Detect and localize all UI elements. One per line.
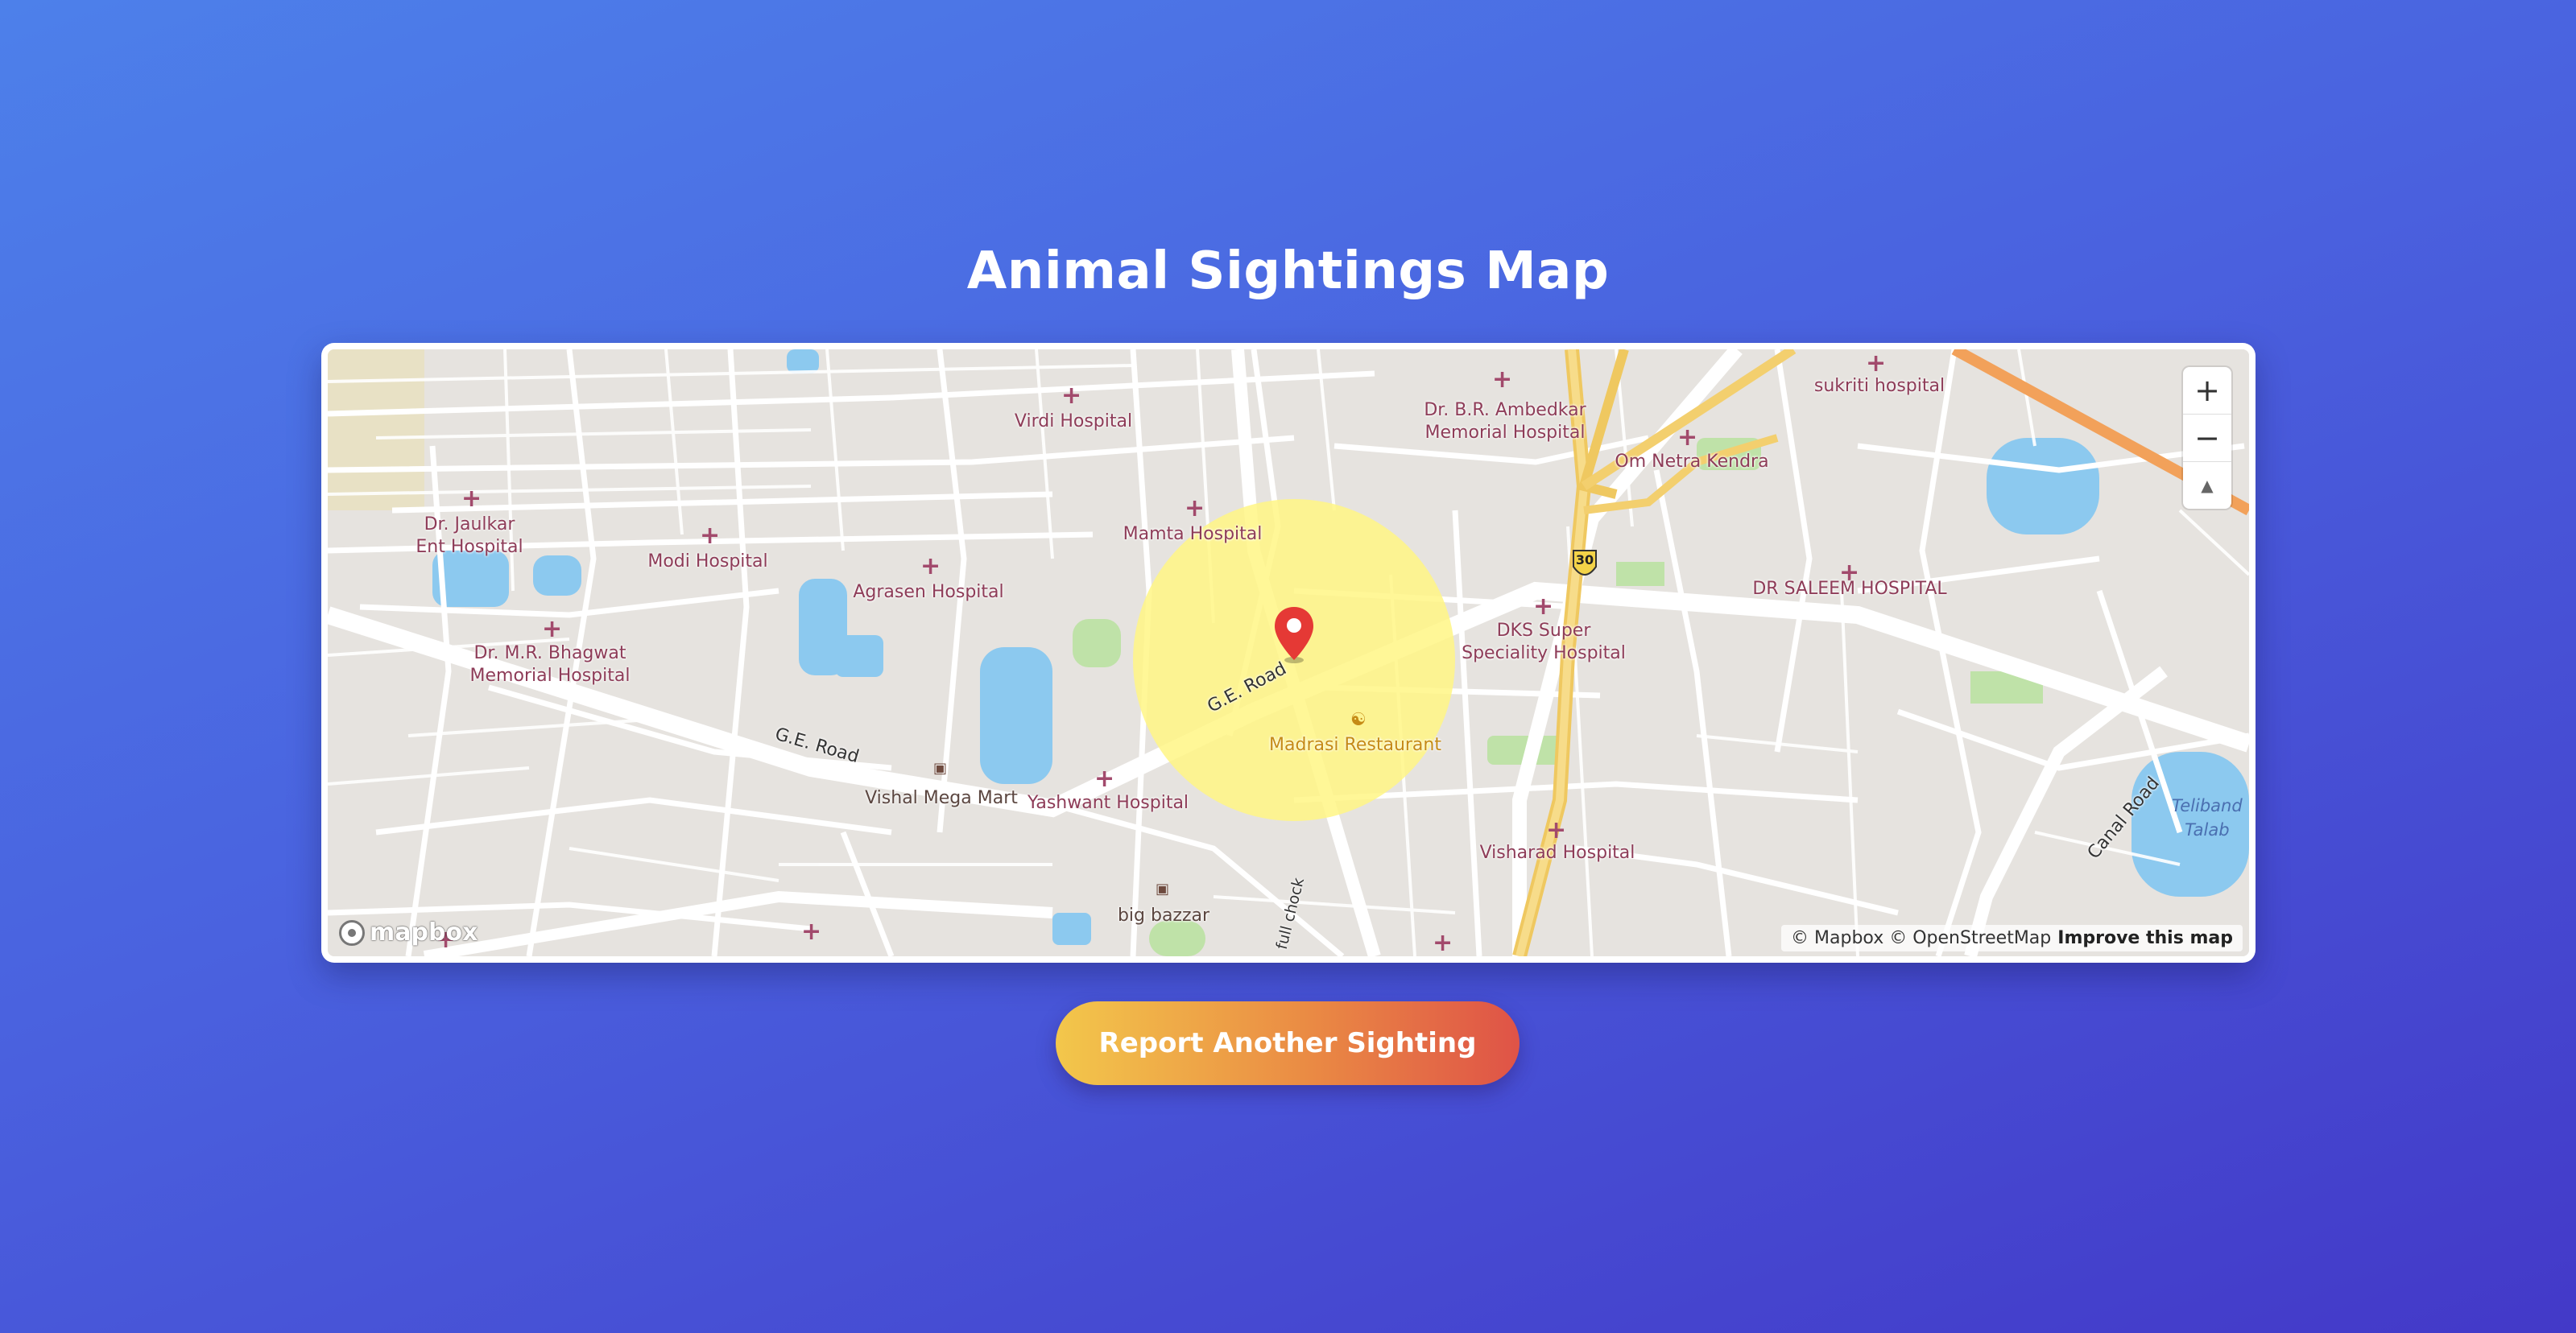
poi-label-hospital: Dr. B.R. Ambedkar Memorial Hospital <box>1424 400 1586 443</box>
poi-label-hospital: sukriti hospital <box>1813 376 1945 396</box>
poi-label-shop: big bazzar <box>1117 906 1210 926</box>
highway-shield-number: 30 <box>1575 552 1594 567</box>
map-canvas[interactable]: 30 + + + + + + + + + + + + + + + + ▣ ▣ ☯… <box>328 349 2249 956</box>
poi-label-hospital: Virdi Hospital <box>1014 411 1133 431</box>
improve-map-link[interactable]: Improve this map <box>2057 928 2233 948</box>
sighting-marker[interactable] <box>1273 605 1315 663</box>
zoom-in-button[interactable]: + <box>2183 367 2231 415</box>
poi-label-hospital: DKS Super Speciality Hospital <box>1462 621 1626 663</box>
poi-label-hospital: Dr. Jaulkar Ent Hospital <box>416 514 523 557</box>
map-container: 30 + + + + + + + + + + + + + + + + ▣ ▣ ☯… <box>321 343 2256 963</box>
poi-label-hospital: Dr. M.R. Bhagwat Memorial Hospital <box>469 643 631 686</box>
page-title: Animal Sightings Map <box>966 241 1610 301</box>
poi-label-hospital: Visharad Hospital <box>1479 843 1635 863</box>
poi-label-hospital: Om Netra Kendra <box>1615 452 1769 472</box>
map-attribution: © Mapbox © OpenStreetMap Improve this map <box>1781 925 2243 951</box>
poi-label-shop: Vishal Mega Mart <box>865 788 1018 808</box>
shop-cart-icon: ▣ <box>933 760 948 777</box>
attribution-text[interactable]: © Mapbox © OpenStreetMap <box>1791 928 2051 948</box>
compass-icon: ▲ <box>2201 476 2214 495</box>
poi-label-hospital: Mamta Hospital <box>1123 524 1263 544</box>
zoom-out-button[interactable]: − <box>2183 415 2231 462</box>
poi-label-hospital: Modi Hospital <box>647 551 768 572</box>
restaurant-icon: ☯ <box>1350 710 1367 730</box>
water-label: Teliband Talab <box>2172 796 2243 840</box>
compass-button[interactable]: ▲ <box>2183 462 2231 509</box>
mapbox-logo[interactable]: mapbox <box>339 918 478 947</box>
map-pin-icon <box>1275 607 1313 663</box>
mapbox-logo-text: mapbox <box>370 918 478 947</box>
map-navigation-controls: + − ▲ <box>2183 367 2231 509</box>
report-sighting-button[interactable]: Report Another Sighting <box>1056 1001 1520 1085</box>
shop-cart-icon: ▣ <box>1156 881 1170 898</box>
poi-label-hospital: Yashwant Hospital <box>1027 793 1189 813</box>
poi-label-hospital: Agrasen Hospital <box>853 582 1004 602</box>
mapbox-logo-icon <box>339 919 365 946</box>
poi-label-restaurant: Madrasi Restaurant <box>1269 735 1441 755</box>
poi-label-hospital: DR SALEEM HOSPITAL <box>1752 579 1947 599</box>
